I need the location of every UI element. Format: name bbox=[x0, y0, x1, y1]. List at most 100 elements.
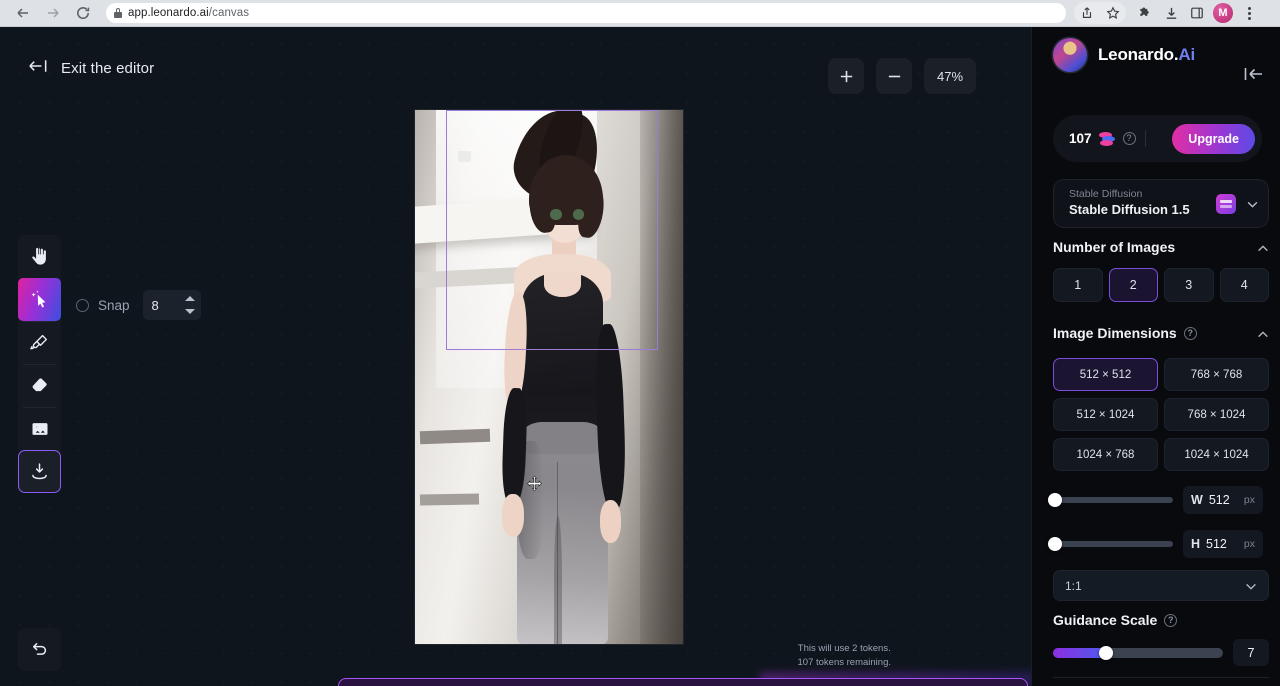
selection-handle-badge[interactable] bbox=[458, 151, 471, 162]
guidance-scale-slider[interactable] bbox=[1053, 648, 1223, 658]
num-images-option-4[interactable]: 4 bbox=[1220, 268, 1270, 302]
guidance-scale-header: Guidance Scale ? bbox=[1053, 612, 1269, 628]
model-text: Stable Diffusion Stable Diffusion 1.5 bbox=[1069, 188, 1216, 218]
guidance-scale-row: 7 bbox=[1053, 639, 1269, 666]
divider bbox=[1145, 130, 1146, 147]
dim-option-512x1024[interactable]: 512 × 1024 bbox=[1053, 398, 1158, 431]
zoom-in-button[interactable] bbox=[828, 58, 864, 94]
avatar-wrap: M bbox=[1210, 0, 1236, 26]
leonardo-canvas-app: Exit the editor 47% bbox=[0, 27, 1280, 686]
canvas-area[interactable]: Exit the editor 47% bbox=[0, 27, 1031, 686]
address-bar[interactable]: app.leonardo.ai/canvas bbox=[106, 3, 1066, 23]
star-icon[interactable] bbox=[1100, 0, 1126, 26]
brush-tool[interactable] bbox=[18, 321, 61, 364]
number-of-images-options: 1 2 3 4 bbox=[1053, 268, 1269, 302]
snap-label: Snap bbox=[98, 298, 130, 313]
token-coin-icon bbox=[1099, 132, 1116, 146]
brand-row: Leonardo.Ai bbox=[1053, 38, 1195, 72]
image-dimensions-title: Image Dimensions bbox=[1053, 325, 1177, 341]
exit-editor-button[interactable]: Exit the editor bbox=[28, 59, 154, 78]
snap-spinner bbox=[183, 292, 197, 317]
eraser-tool[interactable] bbox=[18, 364, 61, 407]
number-of-images-title: Number of Images bbox=[1053, 239, 1175, 255]
num-images-option-1[interactable]: 1 bbox=[1053, 268, 1103, 302]
dim-option-512x512[interactable]: 512 × 512 bbox=[1053, 358, 1158, 391]
chevron-up-icon[interactable] bbox=[1257, 325, 1269, 341]
dim-option-1024x1024[interactable]: 1024 × 1024 bbox=[1164, 438, 1269, 471]
dim-option-768x1024[interactable]: 768 × 1024 bbox=[1164, 398, 1269, 431]
back-arrow-icon[interactable] bbox=[10, 0, 36, 26]
height-slider-thumb[interactable] bbox=[1048, 537, 1062, 551]
browser-toolbar: app.leonardo.ai/canvas M bbox=[0, 0, 1280, 27]
image-dimensions-header: Image Dimensions ? bbox=[1053, 325, 1269, 341]
num-images-option-2[interactable]: 2 bbox=[1109, 268, 1159, 302]
width-key: W bbox=[1191, 493, 1203, 507]
chevron-down-icon[interactable] bbox=[1247, 195, 1258, 213]
guidance-scale-title: Guidance Scale bbox=[1053, 612, 1157, 628]
tool-rail bbox=[18, 235, 61, 493]
dim-option-1024x768[interactable]: 1024 × 768 bbox=[1053, 438, 1158, 471]
credits-help-icon[interactable]: ? bbox=[1123, 132, 1136, 145]
share-icon[interactable] bbox=[1074, 0, 1100, 26]
snap-control: Snap bbox=[76, 290, 201, 320]
width-field[interactable]: W 512 px bbox=[1183, 486, 1263, 514]
image-tool[interactable] bbox=[18, 407, 61, 450]
undo-button[interactable] bbox=[18, 628, 61, 671]
lock-icon bbox=[114, 8, 122, 18]
credits-count: 107 bbox=[1069, 131, 1092, 146]
download-tool[interactable] bbox=[18, 450, 61, 493]
height-field[interactable]: H 512 px bbox=[1183, 530, 1263, 558]
download-icon[interactable] bbox=[1158, 0, 1184, 26]
canvas-image[interactable] bbox=[415, 110, 683, 644]
prompt-bar[interactable] bbox=[338, 678, 1028, 686]
avatar[interactable]: M bbox=[1213, 3, 1233, 23]
guidance-scale-thumb[interactable] bbox=[1099, 646, 1113, 660]
snap-toggle[interactable] bbox=[76, 299, 89, 312]
height-key: H bbox=[1191, 537, 1200, 551]
model-thumbnail-icon bbox=[1216, 194, 1236, 214]
url-text: app.leonardo.ai/canvas bbox=[128, 7, 249, 19]
height-row: H 512 px bbox=[1053, 530, 1269, 558]
divider bbox=[1053, 677, 1269, 678]
puzzle-icon[interactable] bbox=[1132, 0, 1158, 26]
chevron-up-icon[interactable] bbox=[1257, 239, 1269, 255]
token-usage-line: This will use 2 tokens. bbox=[798, 642, 891, 656]
hand-tool[interactable] bbox=[18, 235, 61, 278]
image-dimensions-options: 512 × 512 768 × 768 512 × 1024 768 × 102… bbox=[1053, 358, 1269, 471]
collapse-panel-icon[interactable] bbox=[1242, 67, 1264, 86]
three-dot-menu-icon[interactable] bbox=[1236, 0, 1262, 26]
credits-bar: 107 ? Upgrade bbox=[1053, 115, 1262, 162]
height-slider[interactable] bbox=[1053, 541, 1173, 547]
model-selector[interactable]: Stable Diffusion Stable Diffusion 1.5 bbox=[1053, 179, 1269, 228]
forward-arrow-icon[interactable] bbox=[40, 0, 66, 26]
upgrade-button[interactable]: Upgrade bbox=[1172, 124, 1255, 154]
exit-arrow-icon bbox=[28, 59, 49, 78]
magic-select-tool[interactable] bbox=[18, 278, 61, 321]
height-value: 512 bbox=[1206, 537, 1227, 551]
guidance-scale-help-icon[interactable]: ? bbox=[1164, 614, 1177, 627]
guidance-scale-value[interactable]: 7 bbox=[1233, 639, 1269, 666]
height-unit: px bbox=[1244, 538, 1255, 550]
width-slider-thumb[interactable] bbox=[1048, 493, 1062, 507]
aspect-ratio-value: 1:1 bbox=[1065, 579, 1082, 593]
chevron-down-icon[interactable] bbox=[1245, 577, 1257, 595]
exit-editor-label: Exit the editor bbox=[61, 60, 154, 77]
zoom-out-button[interactable] bbox=[876, 58, 912, 94]
model-name: Stable Diffusion 1.5 bbox=[1069, 202, 1216, 219]
snap-decrement-button[interactable] bbox=[183, 305, 197, 317]
side-panel-icon[interactable] bbox=[1184, 0, 1210, 26]
width-row: W 512 px bbox=[1053, 486, 1269, 514]
zoom-controls: 47% bbox=[828, 58, 976, 94]
model-category: Stable Diffusion bbox=[1069, 188, 1216, 201]
width-slider[interactable] bbox=[1053, 497, 1173, 503]
zoom-level-display[interactable]: 47% bbox=[924, 58, 976, 94]
snap-increment-button[interactable] bbox=[183, 292, 197, 304]
snap-input-wrapper bbox=[143, 290, 201, 320]
aspect-ratio-select[interactable]: 1:1 bbox=[1053, 570, 1269, 601]
brand-name-suffix: Ai bbox=[1178, 45, 1195, 64]
num-images-option-3[interactable]: 3 bbox=[1164, 268, 1214, 302]
dim-option-768x768[interactable]: 768 × 768 bbox=[1164, 358, 1269, 391]
move-cursor-icon bbox=[527, 476, 542, 491]
reload-icon[interactable] bbox=[70, 0, 96, 26]
image-dimensions-help-icon[interactable]: ? bbox=[1184, 327, 1197, 340]
